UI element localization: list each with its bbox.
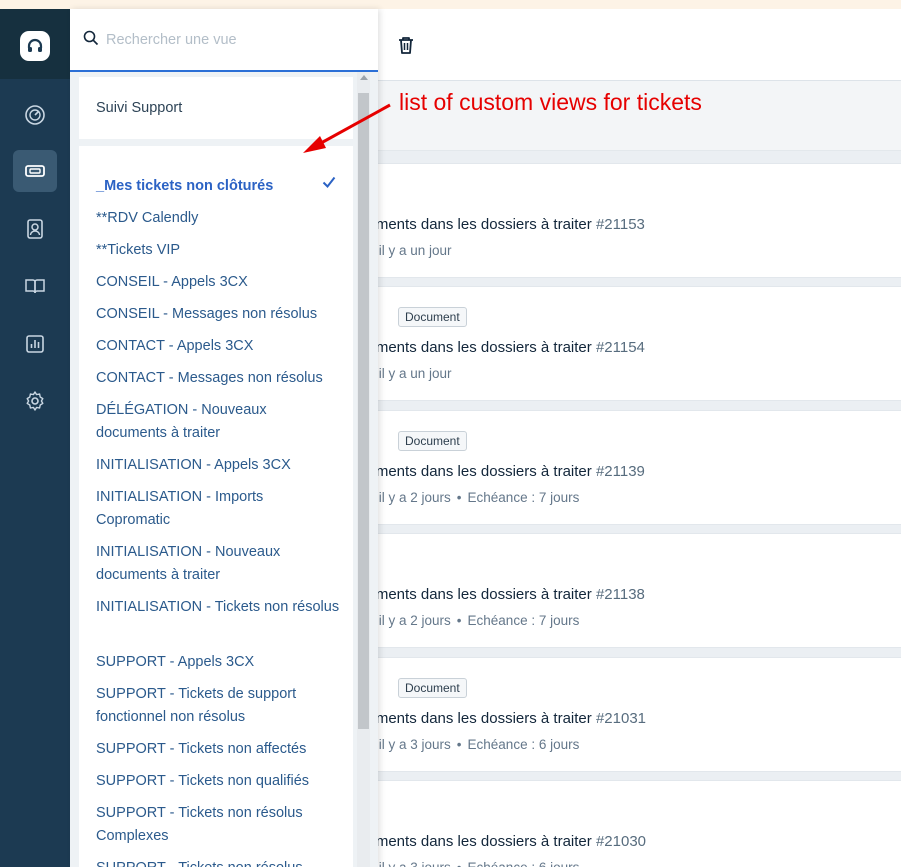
ticket-number: #21138 xyxy=(595,586,645,603)
ticket-tag: Document xyxy=(398,678,467,698)
ticket-card[interactable]: urDocumentcuments dans les dossiers à tr… xyxy=(350,657,901,772)
view-item[interactable]: **RDV Calendly xyxy=(96,207,341,230)
view-item[interactable]: INITIALISATION - Appels 3CX xyxy=(96,454,341,477)
nav-knowledge-base[interactable] xyxy=(13,265,57,307)
nav-tickets[interactable] xyxy=(13,150,57,192)
top-strip xyxy=(0,0,901,9)
nav-rail xyxy=(0,9,70,867)
ticket-due: Echéance : 7 jours xyxy=(467,613,580,628)
view-item[interactable]: **Tickets VIP xyxy=(96,239,341,262)
ticket-subject-text: cuments dans les dossiers à traiter xyxy=(360,339,592,356)
view-item[interactable]: INITIALISATION - Nouveaux documents à tr… xyxy=(96,541,341,587)
search-icon xyxy=(83,30,99,46)
view-item[interactable]: INITIALISATION - Imports Copromatic xyxy=(96,486,341,532)
ticket-number: #21153 xyxy=(595,216,645,233)
meta-separator: • xyxy=(456,737,462,752)
settings-icon xyxy=(26,391,44,411)
view-item[interactable]: SUPPORT - Tickets non qualifiés xyxy=(96,770,341,793)
check-icon xyxy=(322,176,336,188)
logo-area[interactable] xyxy=(0,9,70,79)
ticket-subject[interactable]: cuments dans les dossiers à traiter #211… xyxy=(360,216,645,233)
meta-separator: • xyxy=(457,860,462,867)
view-item-selected[interactable]: _Mes tickets non clôturés xyxy=(96,175,341,198)
view-item[interactable]: SUPPORT - Appels 3CX xyxy=(96,651,341,674)
dashboard-icon xyxy=(25,105,45,125)
nav-settings[interactable] xyxy=(13,380,57,422)
view-item[interactable]: DÉLÉGATION - Nouveaux documents à traite… xyxy=(96,399,341,445)
view-item[interactable]: CONTACT - Appels 3CX xyxy=(96,335,341,358)
view-item[interactable]: CONTACT - Messages non résolus xyxy=(96,367,341,390)
view-item[interactable]: CONSEIL - Messages non résolus xyxy=(96,303,341,326)
ticket-meta: éé il y a 3 jours•Echéance : 6 jours xyxy=(360,737,579,752)
view-item[interactable]: INITIALISATION - Tickets non résolus xyxy=(96,596,341,619)
ticket-subject[interactable]: cuments dans les dossiers à traiter #211… xyxy=(360,586,645,603)
ticket-subject-text: cuments dans les dossiers à traiter xyxy=(360,833,592,850)
view-item[interactable]: CONSEIL - Appels 3CX xyxy=(96,271,341,294)
search-input[interactable] xyxy=(106,29,356,51)
ticket-subject[interactable]: cuments dans les dossiers à traiter #210… xyxy=(360,833,646,850)
ticket-meta: éé il y a 3 jours•Echéance : 6 jours xyxy=(360,860,579,867)
ticket-meta: éé il y a 2 jours • Echéance : 7 jours xyxy=(360,613,579,628)
search-bar xyxy=(70,9,378,72)
nav-contacts[interactable] xyxy=(13,208,57,250)
ticket-card[interactable]: cuments dans les dossiers à traiter #211… xyxy=(360,163,901,278)
view-item[interactable]: SUPPORT - Tickets non affectés xyxy=(96,738,341,761)
ticket-card[interactable]: cuments dans les dossiers à traiter #210… xyxy=(360,780,901,867)
views-list: _Mes tickets non clôturés **RDV Calendly… xyxy=(79,146,353,867)
ticket-tag: Document xyxy=(398,307,467,327)
nav-reports[interactable] xyxy=(13,323,57,365)
ticket-number: #21030 xyxy=(595,833,647,850)
ticket-meta: éé il y a 2 jours • Echéance : 7 jours xyxy=(360,490,579,505)
scrollbar-thumb[interactable] xyxy=(358,93,369,729)
ticket-subject-text: cuments dans les dossiers à traiter xyxy=(360,710,592,727)
ticket-number: #21031 xyxy=(595,710,647,727)
ticket-card[interactable]: urDocumentcuments dans les dossiers à tr… xyxy=(350,410,901,525)
tickets-icon xyxy=(25,165,45,177)
ticket-number: #21139 xyxy=(595,463,645,480)
headset-icon[interactable] xyxy=(20,31,50,61)
ticket-tag: Document xyxy=(398,431,467,451)
scroll-up-arrow-icon[interactable] xyxy=(360,75,368,80)
ticket-subject[interactable]: cuments dans les dossiers à traiter #211… xyxy=(360,463,645,480)
contacts-icon xyxy=(27,219,43,239)
view-item[interactable]: SUPPORT - Tickets non résolus xyxy=(96,857,341,867)
ticket-subject[interactable]: cuments dans les dossiers à traiter #210… xyxy=(360,710,646,727)
annotation-label: list of custom views for tickets xyxy=(399,89,702,115)
nav-dashboard[interactable] xyxy=(13,94,57,136)
view-item[interactable]: SUPPORT - Tickets de support fonctionnel… xyxy=(96,683,341,729)
meta-separator: • xyxy=(456,613,462,628)
ticket-card[interactable]: cuments dans les dossiers à traiter #211… xyxy=(360,533,901,648)
trash-icon[interactable] xyxy=(397,35,415,60)
knowledge-base-icon xyxy=(25,279,45,294)
reports-icon xyxy=(26,335,44,353)
ticket-due: Echéance : 7 jours xyxy=(467,490,580,505)
ticket-subject-text: cuments dans les dossiers à traiter xyxy=(360,586,592,603)
annotation-arrow-icon xyxy=(303,103,391,153)
ticket-subject-text: cuments dans les dossiers à traiter xyxy=(360,463,592,480)
ticket-card[interactable]: urDocumentcuments dans les dossiers à tr… xyxy=(350,286,901,401)
ticket-subject[interactable]: cuments dans les dossiers à traiter #211… xyxy=(360,339,645,356)
meta-separator: • xyxy=(456,490,462,505)
ticket-number: #21154 xyxy=(595,339,645,356)
view-item[interactable]: SUPPORT - Tickets non résolus Complexes xyxy=(96,802,341,848)
ticket-subject-text: cuments dans les dossiers à traiter xyxy=(360,216,592,233)
ticket-due: Echéance : 6 jours xyxy=(467,737,580,752)
ticket-due: Echéance : 6 jours xyxy=(468,860,580,867)
